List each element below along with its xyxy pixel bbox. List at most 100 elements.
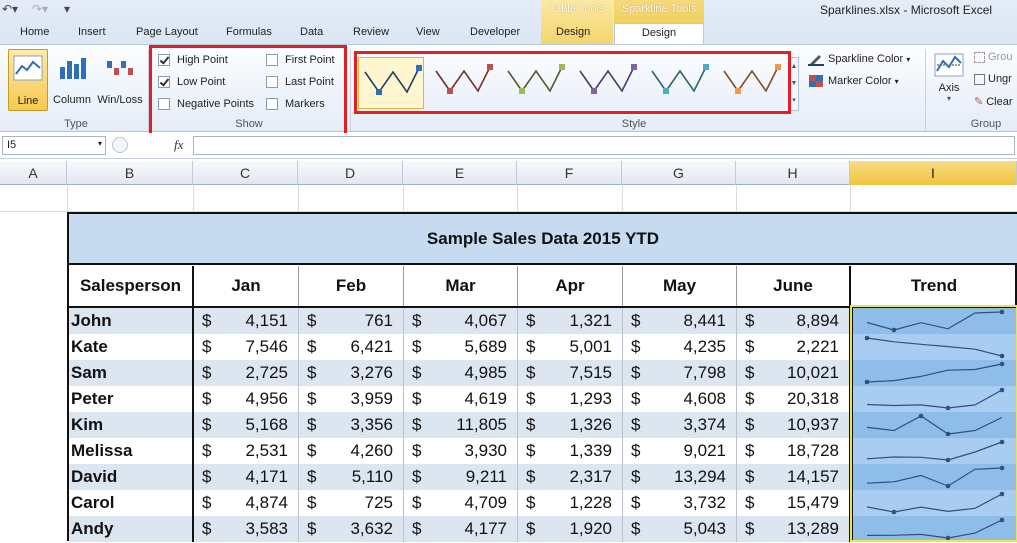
sales-cell[interactable]: $4,235 (623, 334, 737, 360)
column-header-c[interactable]: C (193, 161, 298, 185)
worksheet-grid[interactable]: Sample Sales Data 2015 YTD Salesperson J… (0, 185, 1017, 543)
sparkline-cell[interactable] (853, 386, 1017, 412)
sales-cell[interactable]: $18,728 (737, 438, 851, 464)
sales-cell[interactable]: $4,985 (404, 360, 518, 386)
sales-cell[interactable]: $7,546 (194, 334, 299, 360)
sales-cell[interactable]: $6,421 (299, 334, 404, 360)
sales-cell[interactable]: $4,151 (194, 308, 299, 334)
salesperson-cell[interactable]: Melissa (69, 438, 194, 464)
column-header-b[interactable]: B (67, 161, 193, 185)
sales-cell[interactable]: $4,067 (404, 308, 518, 334)
header-june[interactable]: June (737, 266, 851, 306)
formula-input[interactable] (193, 136, 1015, 155)
group-button[interactable]: Grou (974, 51, 1012, 63)
sales-cell[interactable]: $4,956 (194, 386, 299, 412)
column-header-g[interactable]: G (622, 161, 736, 185)
undo-icon[interactable]: ↶▾ (2, 2, 18, 16)
tab-data[interactable]: Data (300, 26, 323, 44)
formula-bar-expander[interactable] (112, 137, 128, 153)
sales-cell[interactable]: $3,276 (299, 360, 404, 386)
header-trend[interactable]: Trend (851, 266, 1017, 306)
tab-developer[interactable]: Developer (470, 26, 520, 44)
ungroup-button[interactable]: Ungr (974, 73, 1012, 85)
sales-cell[interactable]: $1,326 (518, 412, 623, 438)
sales-cell[interactable]: $4,619 (404, 386, 518, 412)
salesperson-cell[interactable]: Carol (69, 490, 194, 516)
sales-cell[interactable]: $725 (299, 490, 404, 516)
sales-cell[interactable]: $1,920 (518, 516, 623, 542)
sales-cell[interactable]: $2,531 (194, 438, 299, 464)
sparkline-cell[interactable] (853, 516, 1017, 542)
sales-cell[interactable]: $3,732 (623, 490, 737, 516)
salesperson-cell[interactable]: John (69, 308, 194, 334)
sales-cell[interactable]: $13,294 (623, 464, 737, 490)
sales-cell[interactable]: $14,157 (737, 464, 851, 490)
sales-cell[interactable]: $3,959 (299, 386, 404, 412)
winloss-sparkline-button[interactable]: Win/Loss (95, 49, 145, 111)
sales-cell[interactable]: $3,632 (299, 516, 404, 542)
tab-sparkline-design[interactable]: Design (614, 23, 704, 45)
redo-icon[interactable]: ↷▾ (32, 2, 48, 16)
name-box[interactable]: I5 ▾ (2, 136, 106, 155)
header-jan[interactable]: Jan (194, 266, 299, 306)
sales-cell[interactable]: $1,339 (518, 438, 623, 464)
sales-cell[interactable]: $4,608 (623, 386, 737, 412)
sales-cell[interactable]: $3,930 (404, 438, 518, 464)
sales-cell[interactable]: $2,317 (518, 464, 623, 490)
sales-cell[interactable]: $5,168 (194, 412, 299, 438)
header-apr[interactable]: Apr (518, 266, 623, 306)
column-header-d[interactable]: D (298, 161, 403, 185)
sales-cell[interactable]: $4,874 (194, 490, 299, 516)
column-header-h[interactable]: H (736, 161, 850, 185)
table-title[interactable]: Sample Sales Data 2015 YTD (69, 214, 1017, 265)
sales-cell[interactable]: $5,110 (299, 464, 404, 490)
marker-color-button[interactable]: Marker Color ▾ (808, 74, 899, 88)
customize-qat-icon[interactable]: ▾ (64, 2, 70, 16)
line-sparkline-button[interactable]: Line (8, 49, 48, 111)
sparkline-cell[interactable] (853, 490, 1017, 516)
sales-cell[interactable]: $10,021 (737, 360, 851, 386)
sparkline-column[interactable] (850, 305, 1017, 542)
tab-home[interactable]: Home (20, 26, 49, 44)
column-sparkline-button[interactable]: Column (50, 49, 94, 111)
salesperson-cell[interactable]: Andy (69, 516, 194, 542)
clear-button[interactable]: ✎ Clear (974, 95, 1013, 109)
tab-review[interactable]: Review (353, 26, 389, 44)
tab-table-design[interactable]: Design (556, 26, 590, 44)
tab-formulas[interactable]: Formulas (226, 26, 272, 44)
sales-cell[interactable]: $1,321 (518, 308, 623, 334)
salesperson-cell[interactable]: David (69, 464, 194, 490)
tab-insert[interactable]: Insert (78, 26, 106, 44)
tab-view[interactable]: View (416, 26, 440, 44)
sales-cell[interactable]: $4,171 (194, 464, 299, 490)
sales-cell[interactable]: $11,805 (404, 412, 518, 438)
sales-cell[interactable]: $13,289 (737, 516, 851, 542)
header-salesperson[interactable]: Salesperson (69, 266, 194, 306)
sales-cell[interactable]: $761 (299, 308, 404, 334)
column-header-f[interactable]: F (517, 161, 622, 185)
sales-cell[interactable]: $5,689 (404, 334, 518, 360)
sales-cell[interactable]: $5,043 (623, 516, 737, 542)
sales-cell[interactable]: $7,798 (623, 360, 737, 386)
sales-cell[interactable]: $2,221 (737, 334, 851, 360)
sparkline-cell[interactable] (853, 334, 1017, 360)
sales-cell[interactable]: $1,293 (518, 386, 623, 412)
column-header-i[interactable]: I (850, 161, 1017, 185)
sales-cell[interactable]: $10,937 (737, 412, 851, 438)
sales-cell[interactable]: $5,001 (518, 334, 623, 360)
sales-cell[interactable]: $4,260 (299, 438, 404, 464)
header-mar[interactable]: Mar (404, 266, 518, 306)
sales-cell[interactable]: $15,479 (737, 490, 851, 516)
sales-cell[interactable]: $4,709 (404, 490, 518, 516)
header-may[interactable]: May (623, 266, 737, 306)
sales-cell[interactable]: $3,374 (623, 412, 737, 438)
sales-cell[interactable]: $20,318 (737, 386, 851, 412)
insert-function-icon[interactable]: fx (174, 137, 183, 153)
column-header-a[interactable]: A (0, 161, 67, 185)
sales-cell[interactable]: $9,211 (404, 464, 518, 490)
tab-page-layout[interactable]: Page Layout (136, 26, 198, 44)
sales-cell[interactable]: $4,177 (404, 516, 518, 542)
sales-cell[interactable]: $3,356 (299, 412, 404, 438)
sales-cell[interactable]: $8,894 (737, 308, 851, 334)
header-feb[interactable]: Feb (299, 266, 404, 306)
